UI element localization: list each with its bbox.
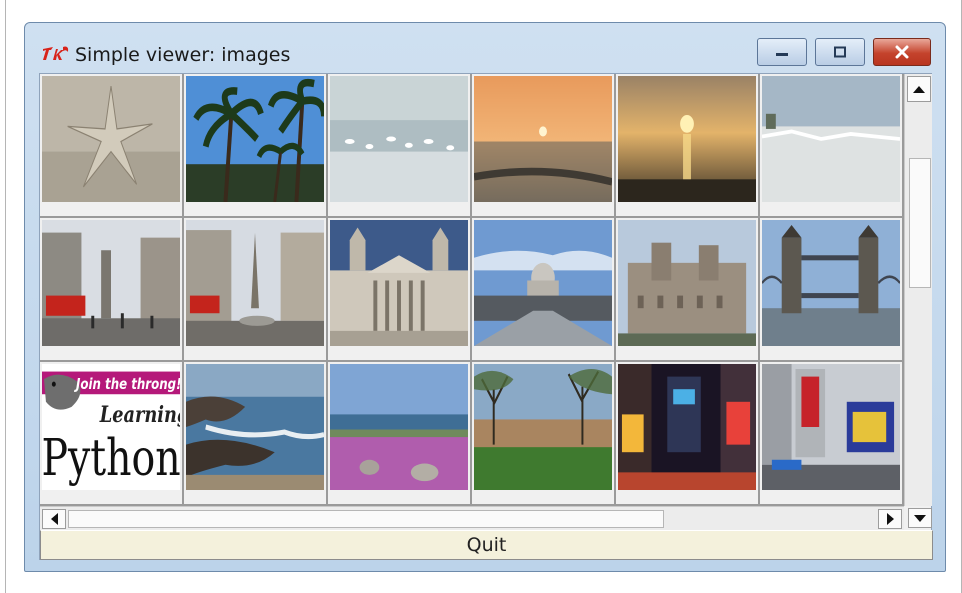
thumbnail-starfish-beach[interactable] — [40, 74, 184, 218]
vertical-scroll-thumb[interactable] — [909, 158, 931, 288]
thumbnail-millennium-bridge-st-pauls[interactable] — [472, 218, 616, 362]
thumbnail-white-beach[interactable] — [760, 74, 904, 218]
close-button[interactable] — [873, 38, 931, 66]
thumbnail-purple-flowers-coast[interactable] — [328, 362, 472, 506]
thumbnail-birds-shore[interactable] — [328, 74, 472, 218]
minimize-icon — [776, 53, 788, 56]
cover-learning-text: Learning — [99, 401, 180, 428]
thumbnail-st-pauls-facade[interactable] — [328, 218, 472, 362]
scroll-up-button[interactable] — [907, 76, 931, 102]
maximize-button[interactable] — [815, 38, 865, 66]
thumbnail-london-street-red-bus[interactable] — [40, 218, 184, 362]
client-area: Join the throng! Learning Python — [39, 73, 933, 560]
close-icon — [895, 45, 909, 59]
thumbnail-beach-sunset-orange[interactable] — [472, 74, 616, 218]
thumbnail-learning-python-cover[interactable]: Join the throng! Learning Python — [40, 362, 184, 506]
thumbnail-tower-bridge[interactable] — [760, 218, 904, 362]
horizontal-scrollbar[interactable] — [40, 506, 904, 530]
scroll-left-button[interactable] — [42, 509, 66, 529]
maximize-icon — [834, 46, 846, 58]
cover-python-text: Python — [42, 428, 180, 487]
thumbnail-rocky-coast[interactable] — [184, 362, 328, 506]
quit-button[interactable]: Quit — [40, 530, 933, 560]
scroll-right-icon — [886, 513, 894, 525]
thumbnail-london-square[interactable] — [184, 218, 328, 362]
viewer-window: Simple viewer: images Join the throng! L… — [24, 22, 946, 572]
vertical-scrollbar[interactable] — [904, 74, 932, 506]
thumbnail-palm-trees[interactable] — [184, 74, 328, 218]
thumbnail-times-square-night[interactable] — [616, 362, 760, 506]
cover-banner-text: Join the throng! — [73, 376, 180, 394]
window-title: Simple viewer: images — [75, 44, 291, 66]
tk-logo-icon — [43, 46, 69, 60]
minimize-button[interactable] — [757, 38, 807, 66]
thumbnail-grid: Join the throng! Learning Python — [40, 74, 904, 506]
thumbnail-times-square-day[interactable] — [760, 362, 904, 506]
scroll-left-icon — [50, 513, 58, 525]
scroll-down-button[interactable] — [908, 508, 932, 528]
title-bar[interactable]: Simple viewer: images — [25, 23, 945, 73]
scroll-down-icon — [914, 514, 926, 522]
thumbnail-beach-sunset-gold[interactable] — [616, 74, 760, 218]
thumbnail-tower-of-london[interactable] — [616, 218, 760, 362]
horizontal-scroll-thumb[interactable] — [68, 510, 664, 528]
scroll-up-icon — [913, 85, 925, 93]
scroll-right-button[interactable] — [878, 509, 902, 529]
thumbnail-park-trees[interactable] — [472, 362, 616, 506]
